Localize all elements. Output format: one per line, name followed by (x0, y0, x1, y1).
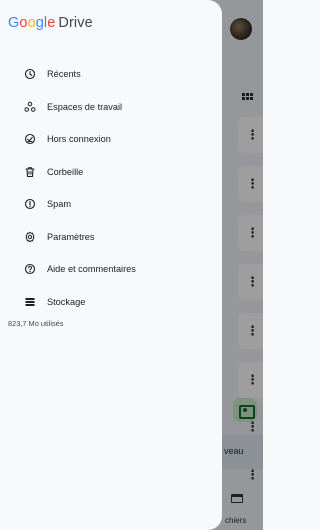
drawer-item-recents[interactable]: Récents (0, 58, 222, 90)
google-drive-logo: Google Drive (8, 15, 93, 31)
navigation-drawer: Google Drive Récents Espaces de travail H… (0, 0, 222, 530)
help-icon (24, 263, 36, 275)
drawer-item-label: Paramètres (47, 231, 95, 242)
spam-icon (24, 198, 36, 210)
settings-icon (24, 231, 36, 243)
drawer-item-help[interactable]: Aide et commentaires (0, 253, 222, 285)
drawer-item-label: Espaces de travail (47, 101, 123, 112)
clock-icon (24, 68, 36, 80)
drawer-item-workspaces[interactable]: Espaces de travail (0, 91, 222, 123)
drawer-item-label: Hors connexion (47, 134, 111, 144)
drawer-item-label: Corbeille (47, 166, 84, 177)
storage-icon (24, 296, 36, 308)
offline-icon (24, 133, 36, 145)
drawer-item-trash[interactable]: Corbeille (0, 156, 222, 188)
drawer-item-settings[interactable]: Paramètres (0, 221, 222, 253)
drawer-item-offline[interactable]: Hors connexion (0, 123, 222, 155)
storage-usage-text: 823,7 Mo utilisés (8, 319, 64, 328)
drawer-item-label: Spam (47, 199, 72, 209)
drawer-item-storage[interactable]: Stockage (0, 286, 222, 318)
drawer-menu: Récents Espaces de travail Hors connexio… (0, 58, 222, 318)
drawer-item-label: Stockage (47, 296, 86, 307)
drawer-item-label: Récents (47, 69, 81, 79)
drawer-item-label: Aide et commentaires (47, 264, 136, 274)
drawer-item-spam[interactable]: Spam (0, 188, 222, 220)
trash-icon (24, 166, 36, 178)
workspaces-icon (24, 101, 36, 113)
